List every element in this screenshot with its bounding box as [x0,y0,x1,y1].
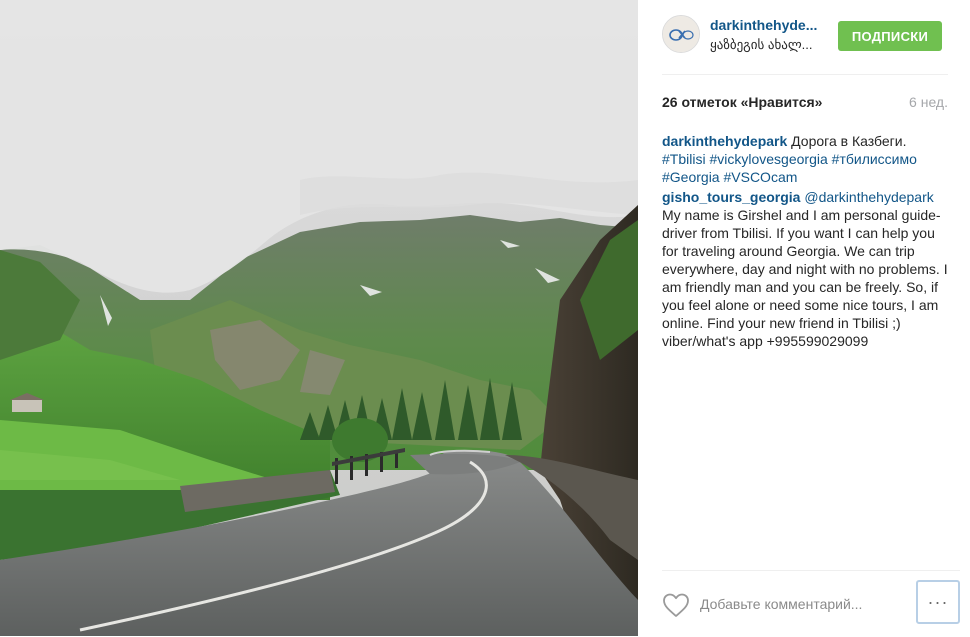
comment-author-link[interactable]: darkinthehydepark [662,133,787,149]
follow-button[interactable]: ПОДПИСКИ [838,21,942,51]
comment-author-link[interactable]: gisho_tours_georgia [662,189,800,205]
hashtag-link[interactable]: #тбилиссимо [832,151,917,167]
post-photo[interactable] [0,0,638,636]
comment: gisho_tours_georgia @darkinthehydepark M… [662,188,954,350]
likes-count[interactable]: 26 отметок «Нравится» [662,94,822,110]
hashtag-link[interactable]: #Tbilisi [662,151,706,167]
avatar-icon [663,16,699,52]
mention-link[interactable]: @darkinthehydepark [804,189,933,205]
post-side-panel: darkinthehyde... ყაზბეგის ახალ... ПОДПИС… [638,0,970,636]
mountain-road-photo [0,0,638,636]
comments-list: darkinthehydepark Дорога в Казбеги. #Tbi… [662,132,954,352]
hashtag-link[interactable]: #VSCOcam [723,169,797,185]
comment-bar: ··· [662,570,960,637]
caption-comment: darkinthehydepark Дорога в Казбеги. #Tbi… [662,132,954,186]
likes-row: 26 отметок «Нравится» 6 нед. [662,94,948,114]
location-link[interactable]: ყაზბეგის ახალ... [710,37,813,53]
post-time[interactable]: 6 нед. [909,94,948,110]
heart-icon[interactable] [662,592,690,618]
post-header: darkinthehyde... ყაზბეგის ახალ... ПОДПИС… [662,0,948,75]
comment-text: My name is Girshel and I am personal gui… [662,207,948,349]
more-options-button[interactable]: ··· [916,580,960,624]
more-dots-icon: ··· [927,592,949,612]
hashtag-link[interactable]: #vickylovesgeorgia [709,151,827,167]
avatar[interactable] [662,15,700,53]
comment-text: Дорога в Казбеги. [787,133,907,149]
hashtag-link[interactable]: #Georgia [662,169,720,185]
author-username-link[interactable]: darkinthehyde... [710,17,817,33]
comment-input[interactable] [700,593,910,615]
